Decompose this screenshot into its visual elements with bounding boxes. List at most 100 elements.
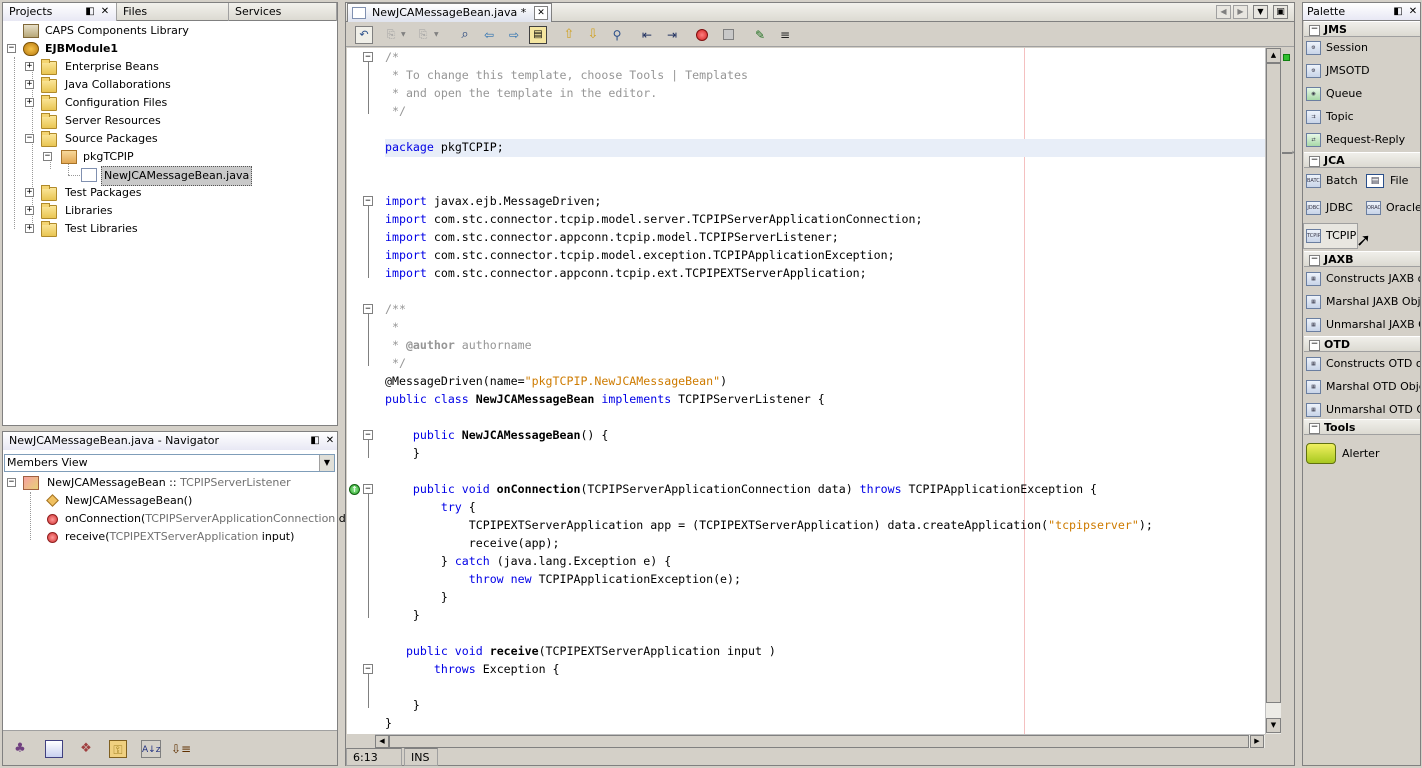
filter-menu-icon[interactable]: ⇩≡ [171, 740, 191, 758]
sort-icon[interactable]: A↓z [141, 740, 161, 758]
find-previous-icon[interactable]: ⇦ [480, 26, 498, 44]
splitter-arrow-icon[interactable]: ⇢ [1288, 148, 1295, 157]
collapse-icon[interactable]: − [7, 478, 16, 487]
scroll-right-icon[interactable]: ▶ [1250, 735, 1264, 748]
next-bookmark-icon[interactable]: ⇩ [584, 26, 602, 44]
back-icon[interactable]: ↶ [355, 26, 373, 44]
palette-item-label: Constructs JAXB ob [1326, 272, 1420, 285]
scroll-up-icon[interactable]: ▲ [1266, 48, 1281, 63]
scroll-tabs-left-icon[interactable]: ◀ [1216, 5, 1231, 19]
uncomment-icon[interactable]: ≡ [776, 26, 794, 44]
tree-node-label: NewJCAMessageBean.java [101, 166, 253, 186]
expand-icon[interactable]: + [25, 80, 34, 89]
minimize-icon[interactable]: ◧ [1392, 6, 1404, 18]
palette-item-batch[interactable]: BATCH Batch [1306, 171, 1362, 191]
forward-icon[interactable]: ⎘ [382, 26, 400, 44]
palette-item-unmarshal-otd[interactable]: ▦ Unmarshal OTD Obj [1306, 400, 1420, 420]
override-annotation-icon[interactable]: ↑ [349, 484, 360, 495]
fold-collapse-icon[interactable]: − [363, 52, 373, 62]
code-text: com.stc.connector.appconn.tcpip.model.TC… [426, 230, 839, 244]
collapse-icon[interactable]: − [7, 44, 16, 53]
palette-item-queue[interactable]: ◉ Queue [1306, 84, 1416, 104]
palette-category-jca[interactable]: JCA [1304, 152, 1420, 168]
palette-item-jdbc[interactable]: JDBC JDBC [1306, 198, 1362, 218]
palette-item-marshal-otd[interactable]: ▦ Marshal OTD Object [1306, 377, 1420, 397]
chevron-down-icon[interactable]: ▼ [319, 455, 334, 471]
expand-icon[interactable]: + [25, 62, 34, 71]
expand-icon[interactable]: + [25, 188, 34, 197]
history-icon[interactable]: ⎘ [414, 26, 432, 44]
shift-left-icon[interactable]: ⇤ [638, 26, 656, 44]
code-line: import com.stc.connector.appconn.tcpip.m… [385, 228, 839, 246]
palette-item-jmsotd[interactable]: ⚙ JMSOTD [1306, 61, 1416, 81]
find-next-icon[interactable]: ⇨ [505, 26, 523, 44]
fold-collapse-icon[interactable]: − [363, 484, 373, 494]
code-javadoc-tag: @author [405, 338, 455, 352]
previous-bookmark-icon[interactable]: ⇧ [560, 26, 578, 44]
fold-collapse-icon[interactable]: − [363, 430, 373, 440]
shift-right-icon[interactable]: ⇥ [663, 26, 681, 44]
palette-category-otd[interactable]: OTD [1304, 336, 1420, 352]
find-icon[interactable]: ⌕ [456, 26, 474, 44]
scroll-left-icon[interactable]: ◀ [375, 735, 389, 748]
collapse-icon[interactable]: − [43, 152, 52, 161]
palette-item-marshal-jaxb[interactable]: ▦ Marshal JAXB Objec [1306, 292, 1420, 312]
start-macro-icon[interactable] [696, 29, 708, 41]
palette-item-oracle[interactable]: ORACLE Oracle [1366, 198, 1420, 218]
close-icon[interactable]: ✕ [534, 6, 548, 20]
palette-item-file[interactable]: ▤ File [1366, 171, 1418, 191]
palette-item-request-reply[interactable]: ⇄ Request-Reply [1306, 130, 1416, 150]
fold-collapse-icon[interactable]: − [363, 196, 373, 206]
maximize-icon[interactable]: ▣ [1273, 5, 1288, 19]
palette-category-jms[interactable]: JMS [1304, 21, 1420, 37]
palette-item-tcpip[interactable]: TCPIP TCPIP [1303, 223, 1358, 249]
palette-item-topic[interactable]: ⇉ Topic [1306, 107, 1416, 127]
toggle-bookmark-icon[interactable]: ⚲ [608, 26, 626, 44]
stop-macro-icon[interactable] [723, 29, 734, 40]
palette-item-alerter[interactable]: Alerter [1306, 441, 1416, 467]
palette-item-session[interactable]: ⚙ Session [1306, 38, 1416, 58]
history-dropdown-icon[interactable]: ▼ [434, 26, 442, 44]
expand-icon[interactable]: + [25, 98, 34, 107]
scroll-thumb[interactable] [389, 735, 1249, 748]
folder-icon [41, 221, 57, 237]
projects-panel: Projects ◧ ✕ Files Services CAPS Compone… [2, 2, 338, 426]
palette-item-constructs-jaxb[interactable]: ▦ Constructs JAXB ob [1306, 269, 1420, 289]
document-list-icon[interactable]: ▼ [1253, 5, 1268, 19]
tree-node-label: pkgTCPIP [83, 150, 134, 163]
close-icon[interactable]: ✕ [324, 435, 336, 447]
minimize-icon[interactable]: ◧ [84, 6, 96, 18]
vertical-scrollbar[interactable]: ▲ ▼ [1265, 48, 1281, 734]
close-icon[interactable]: ✕ [1407, 6, 1419, 18]
close-icon[interactable]: ✕ [99, 6, 111, 18]
code-keyword: try [385, 500, 462, 514]
lock-icon[interactable]: ⚿ [109, 740, 127, 758]
hierarchy-icon[interactable]: ♣ [11, 740, 29, 758]
collapse-icon[interactable]: − [25, 134, 34, 143]
tab-navigator[interactable]: NewJCAMessageBean.java - Navigator [3, 432, 337, 450]
forward-dropdown-icon[interactable]: ▼ [401, 26, 409, 44]
tab-services[interactable]: Services [229, 3, 337, 21]
minimize-icon[interactable]: ◧ [309, 435, 321, 447]
expand-icon[interactable]: + [25, 224, 34, 233]
toggle-highlight-icon[interactable]: ▤ [529, 26, 547, 44]
palette-item-constructs-otd[interactable]: ▦ Constructs OTD obj [1306, 354, 1420, 374]
fields-filter-icon[interactable] [45, 740, 63, 758]
palette-category-tools[interactable]: Tools [1304, 419, 1420, 435]
horizontal-scrollbar[interactable]: ◀ ▶ [375, 734, 1265, 748]
palette-item-label: Marshal OTD Object [1326, 380, 1420, 393]
scroll-down-icon[interactable]: ▼ [1266, 718, 1281, 733]
expand-icon[interactable]: + [25, 206, 34, 215]
palette-item-unmarshal-jaxb[interactable]: ▦ Unmarshal JAXB Ob [1306, 315, 1420, 335]
static-filter-icon[interactable]: ❖ [77, 740, 95, 758]
tab-files[interactable]: Files [117, 3, 229, 21]
scroll-tabs-right-icon[interactable]: ▶ [1233, 5, 1248, 19]
scroll-thumb[interactable] [1266, 63, 1281, 703]
comment-icon[interactable]: ✎ [751, 26, 769, 44]
palette-category-jaxb[interactable]: JAXB [1304, 251, 1420, 267]
fold-collapse-icon[interactable]: − [363, 304, 373, 314]
editor-tab[interactable]: NewJCAMessageBean.java * ✕ [347, 3, 552, 22]
fold-collapse-icon[interactable]: − [363, 664, 373, 674]
oracle-icon: ORACLE [1366, 201, 1381, 215]
members-view-select[interactable]: Members View ▼ [4, 454, 335, 472]
